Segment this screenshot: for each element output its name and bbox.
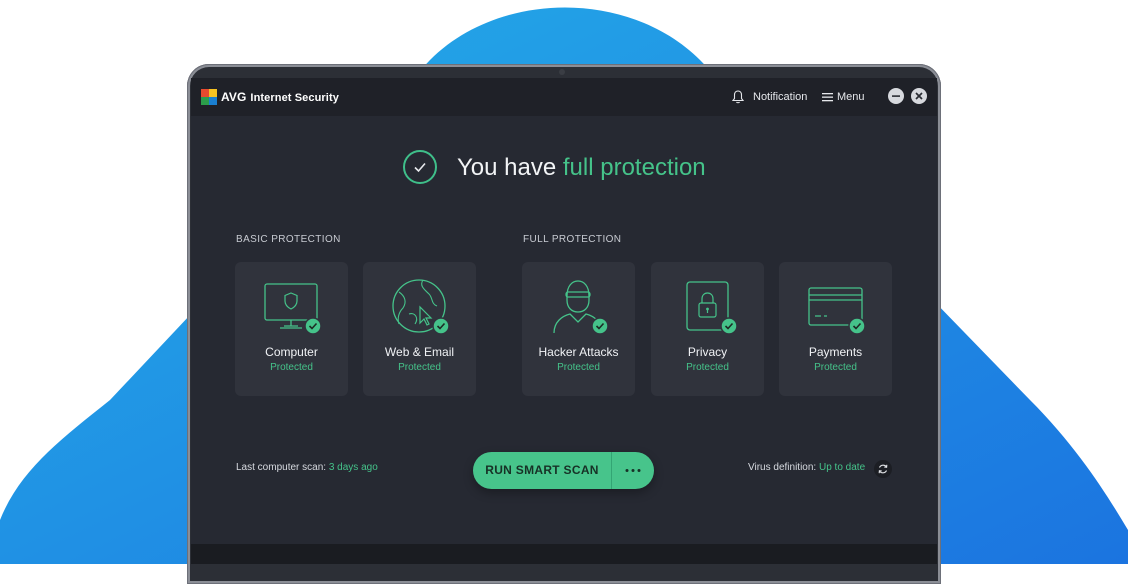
- last-scan-info: Last computer scan: 3 days ago: [236, 462, 378, 473]
- credit-card-icon: [808, 287, 866, 335]
- protection-status: You have full protection: [403, 150, 723, 190]
- status-highlight: full protection: [562, 154, 706, 181]
- close-button[interactable]: [911, 88, 927, 104]
- card-status: Protected: [814, 362, 857, 373]
- card-hacker-attacks[interactable]: Hacker Attacks Protected: [522, 262, 635, 396]
- full-protection-label: FULL PROTECTION: [523, 234, 622, 245]
- minimize-button[interactable]: [888, 88, 904, 104]
- camera-dot: [559, 69, 565, 75]
- basic-protection-label: BASIC PROTECTION: [236, 234, 341, 245]
- bell-icon[interactable]: [732, 90, 744, 104]
- notification-button[interactable]: Notification: [753, 91, 807, 103]
- virus-definition-label: Virus definition:: [748, 462, 817, 473]
- hamburger-icon[interactable]: [822, 92, 833, 102]
- status-headline: You have full protection: [457, 154, 706, 182]
- avg-logo-icon: [201, 89, 217, 105]
- menu-button[interactable]: Menu: [837, 91, 865, 103]
- globe-icon: [392, 279, 450, 335]
- virus-definition-value: Up to date: [818, 462, 866, 473]
- card-privacy[interactable]: Privacy Protected: [651, 262, 764, 396]
- smart-scan-button-group: RUN SMART SCAN: [473, 452, 654, 489]
- lock-icon: [686, 281, 738, 335]
- status-check-icon: [403, 150, 437, 184]
- refresh-definitions-button[interactable]: [874, 460, 892, 478]
- card-title: Payments: [808, 345, 863, 359]
- card-web-email[interactable]: Web & Email Protected: [363, 262, 476, 396]
- screen-bottom-edge: [191, 544, 937, 564]
- card-computer[interactable]: Computer Protected: [235, 262, 348, 396]
- card-payments[interactable]: Payments Protected: [779, 262, 892, 396]
- card-title: Hacker Attacks: [538, 345, 619, 359]
- title-bar: AVG Internet Security Notification Menu: [191, 78, 937, 116]
- refresh-icon: [878, 464, 888, 474]
- app-title: AVG Internet Security: [221, 90, 339, 104]
- last-scan-label: Last computer scan:: [236, 462, 327, 473]
- card-status: Protected: [557, 362, 600, 373]
- minimize-icon: [892, 95, 900, 97]
- card-status: Protected: [686, 362, 729, 373]
- app-product-name: Internet Security: [250, 92, 339, 104]
- card-title: Privacy: [687, 345, 728, 359]
- virus-definition-info: Virus definition: Up to date: [748, 462, 865, 473]
- card-status: Protected: [398, 362, 441, 373]
- hacker-icon: [553, 280, 609, 335]
- computer-shield-icon: [264, 283, 322, 335]
- last-scan-value[interactable]: 3 days ago: [329, 462, 378, 473]
- scan-options-button[interactable]: [612, 452, 654, 489]
- card-status: Protected: [270, 362, 313, 373]
- app-brand: AVG: [221, 90, 247, 104]
- card-title: Web & Email: [384, 345, 455, 359]
- run-smart-scan-button[interactable]: RUN SMART SCAN: [473, 463, 611, 477]
- close-icon: [915, 92, 923, 100]
- app-window: AVG Internet Security Notification Menu Y…: [191, 78, 937, 564]
- status-prefix: You have: [457, 154, 557, 181]
- more-dots-icon: [625, 469, 641, 472]
- card-title: Computer: [265, 345, 318, 359]
